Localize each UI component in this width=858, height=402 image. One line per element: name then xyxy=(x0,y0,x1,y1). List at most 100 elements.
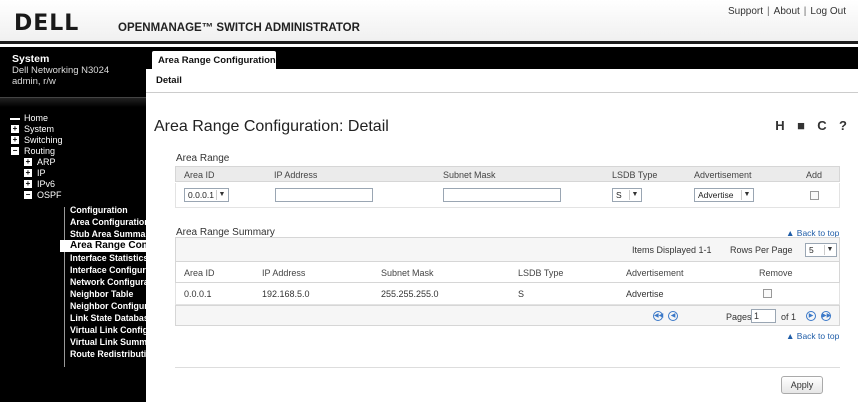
sidebar-item-route-redistribution[interactable]: Route Redistributio xyxy=(0,348,146,360)
cell-ip-address: 192.168.5.0 xyxy=(262,289,310,299)
dell-logo: DELL xyxy=(14,11,80,36)
col-area-id: Area ID xyxy=(184,268,215,278)
col-subnet-mask: Subnet Mask xyxy=(381,268,434,278)
rows-per-page-select[interactable]: 5 ▼ xyxy=(805,243,837,257)
first-page-icon[interactable]: ◀◀ xyxy=(653,311,663,321)
nav-system[interactable]: + System xyxy=(0,124,146,135)
nav-ipv6[interactable]: + IPv6 xyxy=(0,179,146,190)
chevron-down-icon: ▼ xyxy=(824,245,835,255)
cell-lsdb-type: S xyxy=(518,289,525,299)
summary-toolbar: Items Displayed 1-1 Rows Per Page 5 ▼ xyxy=(175,237,840,262)
pagination-bar: ◀◀ ◀ Pages 1 of 1 ▶ ▶▶ xyxy=(175,305,840,326)
advertisement-select[interactable]: Advertise ▼ xyxy=(694,188,754,202)
chevron-down-icon: ▼ xyxy=(629,190,640,200)
expand-icon[interactable]: + xyxy=(24,180,32,188)
device-name: Dell Networking N3024 xyxy=(12,65,110,76)
subtab-bar: Detail xyxy=(146,69,858,93)
about-link[interactable]: About xyxy=(774,6,800,17)
expand-icon[interactable]: + xyxy=(24,158,32,166)
col-remove: Remove xyxy=(759,268,793,278)
sidebar-item-virtual-link-configuration[interactable]: Virtual Link Configu xyxy=(0,324,146,336)
subtab-detail[interactable]: Detail xyxy=(156,75,182,86)
apply-button[interactable]: Apply xyxy=(781,376,823,394)
user-info: admin, r/w xyxy=(12,76,56,87)
cell-subnet-mask: 255.255.255.0 xyxy=(381,289,439,299)
logout-link[interactable]: Log Out xyxy=(810,6,846,17)
sidebar-item-neighbor-configuration[interactable]: Neighbor Configura xyxy=(0,300,146,312)
col-subnet-mask: Subnet Mask xyxy=(443,170,496,180)
cell-advertisement: Advertise xyxy=(626,289,664,299)
sidebar: System Dell Networking N3024 admin, r/w … xyxy=(0,47,146,402)
area-range-label: Area Range xyxy=(176,153,230,164)
subnet-mask-input[interactable] xyxy=(443,188,561,202)
sidebar-item-interface-configuration[interactable]: Interface Configurat xyxy=(0,264,146,276)
expand-icon[interactable]: + xyxy=(11,125,19,133)
nav-ip[interactable]: + IP xyxy=(0,168,146,179)
area-range-input-row: 0.0.0.1 ▼ S ▼ Advertise ▼ xyxy=(175,183,840,208)
collapse-icon[interactable]: − xyxy=(11,147,19,155)
system-title: System xyxy=(12,53,50,65)
support-link[interactable]: Support xyxy=(728,6,763,17)
sidebar-item-configuration[interactable]: Configuration xyxy=(0,204,146,216)
question-icon[interactable]: ? xyxy=(835,118,851,134)
collapse-icon[interactable]: − xyxy=(24,191,32,199)
tab-area-range-configuration[interactable]: Area Range Configuration xyxy=(152,51,276,69)
top-links: Support | About | Log Out xyxy=(728,6,846,17)
pages-label: Pages xyxy=(726,312,752,322)
col-advertisement: Advertisement xyxy=(626,268,684,278)
col-lsdb-type: LSDB Type xyxy=(612,170,658,180)
system-info[interactable]: System Dell Networking N3024 admin, r/w xyxy=(0,47,146,97)
divider xyxy=(175,367,840,368)
chevron-down-icon: ▼ xyxy=(741,190,752,200)
next-page-icon[interactable]: ▶ xyxy=(806,311,816,321)
nav-routing[interactable]: − Routing xyxy=(0,146,146,157)
sidebar-divider xyxy=(0,97,146,107)
chevron-down-icon: ▼ xyxy=(216,190,227,200)
nav-ospf[interactable]: − OSPF xyxy=(0,190,146,201)
sidebar-item-link-state-database[interactable]: Link State Databas xyxy=(0,312,146,324)
page-number-input[interactable]: 1 xyxy=(751,309,776,323)
refresh-icon[interactable]: C xyxy=(814,118,830,134)
sidebar-item-area-range-configuration[interactable]: Area Range Conf xyxy=(60,240,146,252)
nav-arp[interactable]: + ARP xyxy=(0,157,146,168)
sidebar-item-network-configuration[interactable]: Network Configurati xyxy=(0,276,146,288)
sidebar-item-interface-statistics[interactable]: Interface Statistics xyxy=(0,252,146,264)
back-to-top-link-2[interactable]: ▲ Back to top xyxy=(786,331,839,341)
print-icon[interactable]: ■ xyxy=(793,118,809,134)
area-range-header: Area ID IP Address Subnet Mask LSDB Type… xyxy=(175,166,840,182)
nav-home[interactable]: Home xyxy=(0,113,146,124)
cell-area-id: 0.0.0.1 xyxy=(184,289,212,299)
area-id-select[interactable]: 0.0.0.1 ▼ xyxy=(184,188,229,202)
home-icon xyxy=(10,118,20,120)
ip-address-input[interactable] xyxy=(275,188,373,202)
items-displayed: Items Displayed 1-1 xyxy=(632,245,712,255)
col-ip-address: IP Address xyxy=(262,268,306,278)
sidebar-item-area-configuration[interactable]: Area Configuration xyxy=(0,216,146,228)
col-ip-address: IP Address xyxy=(274,170,318,180)
col-add: Add xyxy=(806,170,823,180)
help-icon[interactable]: H xyxy=(772,118,788,134)
page-title: Area Range Configuration: Detail xyxy=(154,118,389,135)
sidebar-item-neighbor-table[interactable]: Neighbor Table xyxy=(0,288,146,300)
remove-checkbox[interactable] xyxy=(763,289,772,298)
nav-tree: Home + System + Switching − Routing + AR… xyxy=(0,107,146,367)
col-lsdb-type: LSDB Type xyxy=(518,268,564,278)
col-area-id: Area ID xyxy=(184,170,215,180)
expand-icon[interactable]: + xyxy=(24,169,32,177)
sidebar-item-stub-area-summary[interactable]: Stub Area Summary xyxy=(0,228,146,240)
prev-page-icon[interactable]: ◀ xyxy=(668,311,678,321)
app-title: OPENMANAGE™ SWITCH ADMINISTRATOR xyxy=(118,22,360,34)
nav-switching[interactable]: + Switching xyxy=(0,135,146,146)
table-row[interactable]: 0.0.0.1 192.168.5.0 255.255.255.0 S Adve… xyxy=(175,283,840,305)
sidebar-item-virtual-link-summary[interactable]: Virtual Link Summa xyxy=(0,336,146,348)
page-count: of 1 xyxy=(781,312,797,322)
add-checkbox[interactable] xyxy=(810,191,819,200)
expand-icon[interactable]: + xyxy=(11,136,19,144)
lsdb-type-select[interactable]: S ▼ xyxy=(612,188,642,202)
summary-header: Area ID IP Address Subnet Mask LSDB Type… xyxy=(175,262,840,283)
col-advertisement: Advertisement xyxy=(694,170,752,180)
last-page-icon[interactable]: ▶▶ xyxy=(821,311,831,321)
rows-per-page-label: Rows Per Page xyxy=(730,245,793,255)
tab-bar: Area Range Configuration xyxy=(146,47,858,69)
top-banner: DELL OPENMANAGE™ SWITCH ADMINISTRATOR Su… xyxy=(0,0,858,44)
